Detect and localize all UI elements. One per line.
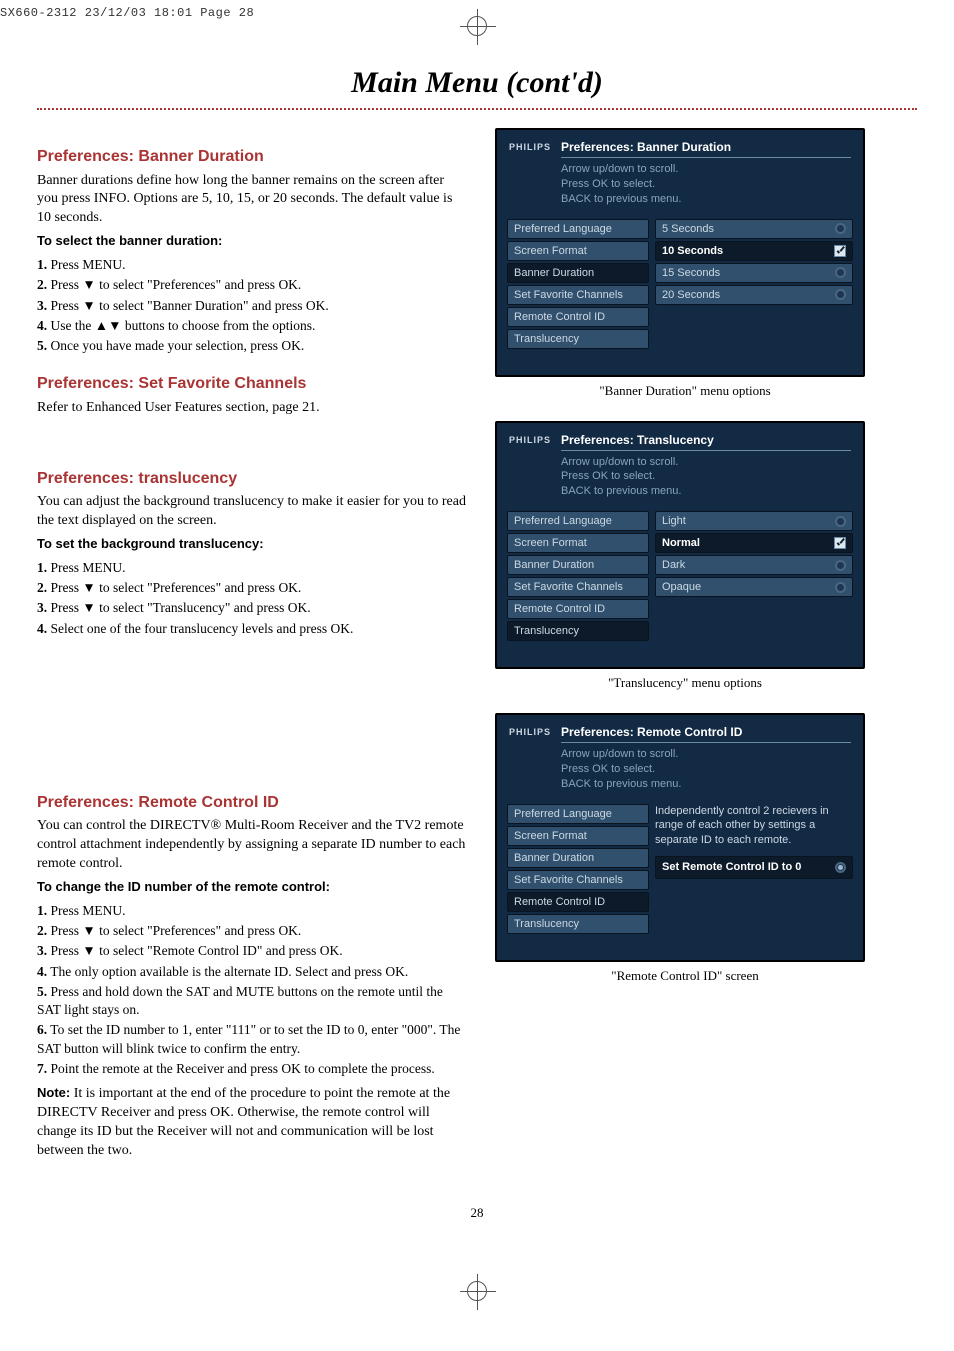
radio-icon	[835, 560, 846, 571]
note-remote-id: Note: It is important at the end of the …	[37, 1084, 467, 1161]
radio-icon	[835, 516, 846, 527]
tv-hints: Arrow up/down to scroll. Press OK to sel…	[561, 455, 851, 500]
tv-left-menu: Preferred Language Screen Format Banner …	[507, 511, 649, 641]
subhead-banner-duration: To select the banner duration:	[37, 233, 222, 248]
tv-menu-title: Preferences: Translucency	[561, 433, 851, 451]
steps-translucency: 1. Press MENU. 2. Press ▼ to select "Pre…	[37, 559, 467, 638]
menu-item: Banner Duration	[507, 555, 649, 575]
heading-banner-duration: Preferences: Banner Duration	[37, 146, 467, 168]
option-item: Opaque	[655, 577, 853, 597]
tv-option-list: Light Normal Dark Opaque	[655, 511, 853, 641]
brand-logo: PHILIPS	[509, 725, 551, 737]
intro-banner-duration: Banner durations define how long the ban…	[37, 172, 467, 229]
menu-item: Set Favorite Channels	[507, 285, 649, 305]
tv-left-menu: Preferred Language Screen Format Banner …	[507, 804, 649, 934]
option-item: 5 Seconds	[655, 219, 853, 239]
menu-item: Remote Control ID	[507, 307, 649, 327]
caption-banner-duration: "Banner Duration" menu options	[495, 383, 875, 399]
check-icon	[834, 537, 846, 549]
tv-hints: Arrow up/down to scroll. Press OK to sel…	[561, 747, 851, 792]
menu-item: Preferred Language	[507, 804, 649, 824]
tv-mock-banner-duration: PHILIPS Preferences: Banner Duration Arr…	[495, 128, 865, 377]
caption-remote-id: "Remote Control ID" screen	[495, 968, 875, 984]
menu-item: Set Favorite Channels	[507, 870, 649, 890]
menu-item: Banner Duration	[507, 848, 649, 868]
radio-icon	[835, 223, 846, 234]
page-title: Main Menu (cont'd)	[37, 66, 917, 100]
tv-mock-remote-id: PHILIPS Preferences: Remote Control ID A…	[495, 713, 865, 962]
caption-translucency: "Translucency" menu options	[495, 675, 875, 691]
option-item: 20 Seconds	[655, 285, 853, 305]
menu-item: Translucency	[507, 621, 649, 641]
option-item: 10 Seconds	[655, 241, 853, 261]
intro-translucency: You can adjust the background translucen…	[37, 493, 467, 531]
registration-mark-bottom	[0, 1281, 954, 1301]
menu-item: Screen Format	[507, 241, 649, 261]
menu-item: Translucency	[507, 914, 649, 934]
subhead-remote-id: To change the ID number of the remote co…	[37, 879, 330, 894]
steps-banner-duration: 1. Press MENU. 2. Press ▼ to select "Pre…	[37, 256, 467, 355]
heading-translucency: Preferences: translucency	[37, 468, 467, 490]
subhead-translucency: To set the background translucency:	[37, 536, 264, 551]
intro-remote-id: You can control the DIRECTV® Multi-Room …	[37, 817, 467, 874]
option-item: Light	[655, 511, 853, 531]
page-content: Main Menu (cont'd) Preferences: Banner D…	[37, 66, 917, 1221]
menu-item: Remote Control ID	[507, 892, 649, 912]
tv-mock-translucency: PHILIPS Preferences: Translucency Arrow …	[495, 421, 865, 670]
tv-info-text: Independently control 2 recievers in ran…	[655, 804, 853, 934]
page-number: 28	[37, 1205, 917, 1221]
option-item: Dark	[655, 555, 853, 575]
option-item: 15 Seconds	[655, 263, 853, 283]
set-remote-id-button: Set Remote Control ID to 0	[655, 856, 853, 879]
tv-hints: Arrow up/down to scroll. Press OK to sel…	[561, 162, 851, 207]
tv-menu-title: Preferences: Remote Control ID	[561, 725, 851, 743]
radio-icon	[835, 289, 846, 300]
menu-item: Translucency	[507, 329, 649, 349]
menu-item: Set Favorite Channels	[507, 577, 649, 597]
menu-item: Screen Format	[507, 826, 649, 846]
menu-item: Remote Control ID	[507, 599, 649, 619]
intro-favorite-channels: Refer to Enhanced User Features section,…	[37, 399, 467, 418]
heading-favorite-channels: Preferences: Set Favorite Channels	[37, 373, 467, 395]
option-item: Normal	[655, 533, 853, 553]
radio-icon	[835, 267, 846, 278]
menu-item: Preferred Language	[507, 219, 649, 239]
screenshot-column: PHILIPS Preferences: Banner Duration Arr…	[495, 128, 875, 1165]
tv-menu-title: Preferences: Banner Duration	[561, 140, 851, 158]
menu-item: Banner Duration	[507, 263, 649, 283]
tv-left-menu: Preferred Language Screen Format Banner …	[507, 219, 649, 349]
brand-logo: PHILIPS	[509, 140, 551, 152]
tv-option-list: 5 Seconds 10 Seconds 15 Seconds 20 Secon…	[655, 219, 853, 349]
menu-item: Screen Format	[507, 533, 649, 553]
menu-item: Preferred Language	[507, 511, 649, 531]
radio-icon	[835, 582, 846, 593]
check-icon	[834, 245, 846, 257]
title-divider	[37, 108, 917, 110]
brand-logo: PHILIPS	[509, 433, 551, 445]
text-column: Preferences: Banner Duration Banner dura…	[37, 128, 467, 1165]
radio-icon	[835, 862, 846, 873]
heading-remote-id: Preferences: Remote Control ID	[37, 792, 467, 814]
steps-remote-id: 1. Press MENU. 2. Press ▼ to select "Pre…	[37, 902, 467, 1078]
